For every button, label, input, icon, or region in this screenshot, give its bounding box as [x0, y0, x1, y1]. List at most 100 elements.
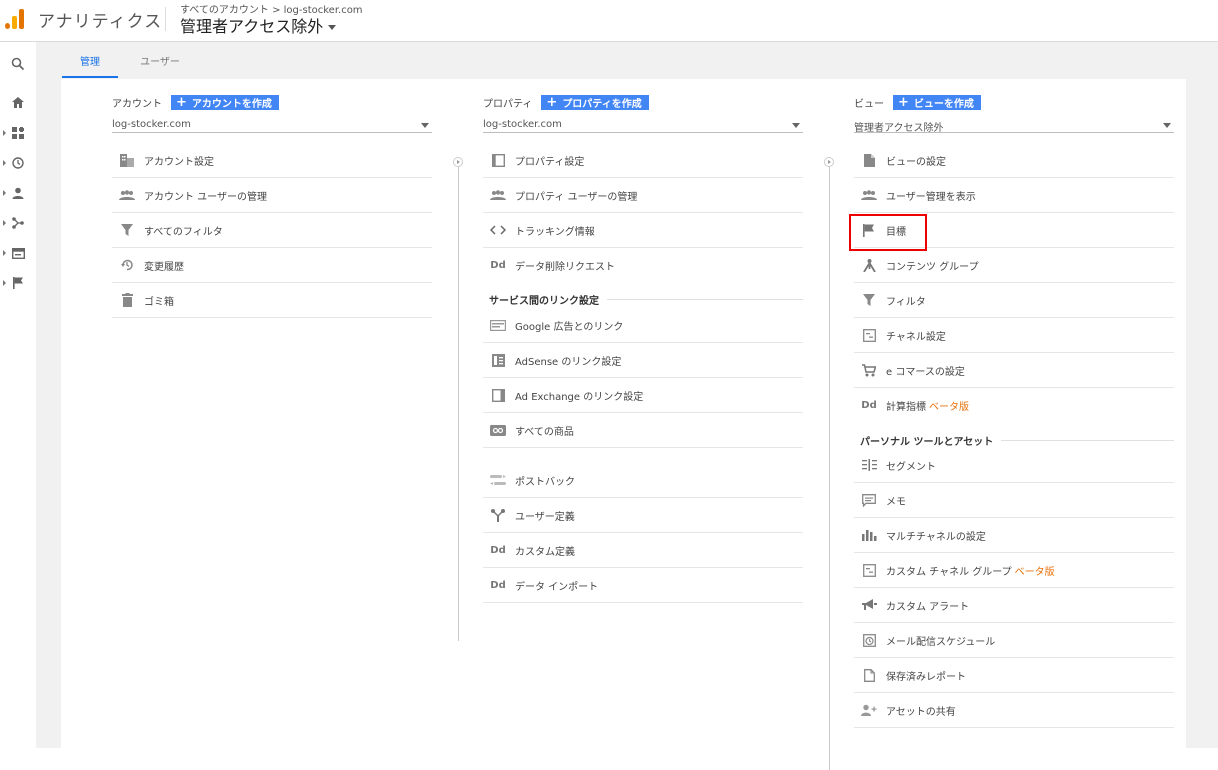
- column-divider: [829, 161, 830, 770]
- multichannel-settings-label: マルチチャネルの設定: [886, 531, 986, 543]
- multichannel-settings-item[interactable]: マルチチャネルの設定: [854, 518, 1174, 553]
- service-links-section: サービス間のリンク設定: [489, 292, 803, 307]
- history-icon: [119, 257, 135, 273]
- create-view-button[interactable]: + ビューを作成: [893, 95, 981, 110]
- create-account-button[interactable]: + アカウントを作成: [171, 95, 279, 110]
- search-icon[interactable]: [6, 52, 30, 76]
- view-selector-dropdown[interactable]: 管理者アクセス除外: [854, 119, 1174, 134]
- person-add-icon: [861, 702, 877, 718]
- trash-item[interactable]: ゴミ箱: [112, 283, 432, 318]
- account-settings-label: アカウント設定: [144, 156, 214, 168]
- ecommerce-settings-item[interactable]: e コマースの設定: [854, 353, 1174, 388]
- custom-channel-grouping-item[interactable]: カスタム チャネル グループ ベータ版: [854, 553, 1174, 588]
- custom-alerts-item[interactable]: カスタム アラート: [854, 588, 1174, 623]
- home-icon[interactable]: [6, 90, 30, 114]
- change-history-item[interactable]: 変更履歴: [112, 248, 432, 283]
- document-icon: [861, 667, 877, 683]
- all-products-item[interactable]: すべての商品: [483, 413, 803, 448]
- adsense-link-label: AdSense のリンク設定: [515, 356, 622, 368]
- google-ads-link-item[interactable]: Google 広告とのリンク: [483, 308, 803, 343]
- property-settings-item[interactable]: プロパティ設定: [483, 143, 803, 178]
- admin-panel: アカウント + アカウントを作成 log-stocker.com アカウント設定 …: [61, 79, 1186, 770]
- view-users-label: ユーザー管理を表示: [886, 191, 976, 203]
- chevron-down-icon: [1163, 123, 1171, 128]
- custom-alerts-label: カスタム アラート: [886, 601, 970, 613]
- chevron-down-icon: [792, 123, 800, 128]
- data-import-item[interactable]: Dd データ インポート: [483, 568, 803, 603]
- segments-label: セグメント: [886, 461, 936, 473]
- data-deletion-item[interactable]: Dd データ削除リクエスト: [483, 248, 803, 283]
- person-icon[interactable]: [6, 181, 30, 205]
- annotations-label: メモ: [886, 496, 906, 508]
- view-settings-item[interactable]: ビューの設定: [854, 143, 1174, 178]
- content-grouping-item[interactable]: コンテンツ グループ: [854, 248, 1174, 283]
- share-assets-label: アセットの共有: [886, 706, 956, 718]
- channel-settings-item[interactable]: チャネル設定: [854, 318, 1174, 353]
- segments-item[interactable]: セグメント: [854, 448, 1174, 483]
- view-settings-label: ビューの設定: [886, 156, 946, 168]
- create-account-label: アカウントを作成: [191, 99, 272, 110]
- user-defined-item[interactable]: ユーザー定義: [483, 498, 803, 533]
- custom-definitions-item[interactable]: Dd カスタム定義: [483, 533, 803, 568]
- behavior-icon[interactable]: [6, 241, 30, 265]
- arrow-right-icon: [824, 157, 834, 167]
- scheduled-emails-item[interactable]: メール配信スケジュール: [854, 623, 1174, 658]
- clock-icon[interactable]: [6, 151, 30, 175]
- view-selector[interactable]: 管理者アクセス除外: [180, 13, 337, 37]
- header-divider: [165, 7, 166, 31]
- custom-definitions-label: カスタム定義: [515, 546, 575, 558]
- property-selector[interactable]: log-stocker.com: [483, 119, 803, 133]
- personal-tools-section: パーソナル ツールとアセット: [860, 433, 1174, 448]
- dd-icon: Dd: [490, 544, 506, 556]
- property-users-item[interactable]: プロパティ ユーザーの管理: [483, 178, 803, 213]
- chevron-down-icon: [421, 123, 429, 128]
- share-assets-item[interactable]: アセットの共有: [854, 693, 1174, 728]
- dd-icon: Dd: [490, 579, 506, 591]
- service-links-title: サービス間のリンク設定: [489, 296, 599, 307]
- channel-icon: [861, 562, 877, 578]
- plus-icon: +: [176, 94, 187, 110]
- view-filters-item[interactable]: フィルタ: [854, 283, 1174, 318]
- annotations-item[interactable]: メモ: [854, 483, 1174, 518]
- property-icon: [490, 152, 506, 168]
- view-header: ビュー + ビューを作成: [854, 95, 981, 110]
- channel-settings-label: チャネル設定: [886, 331, 946, 343]
- data-import-label: データ インポート: [515, 581, 599, 593]
- main-area: 管理 ユーザー アカウント + アカウントを作成 log-stocker.com …: [36, 42, 1218, 770]
- saved-reports-item[interactable]: 保存済みレポート: [854, 658, 1174, 693]
- users-icon: [119, 187, 135, 203]
- ad-exchange-link-item[interactable]: Ad Exchange のリンク設定: [483, 378, 803, 413]
- create-property-button[interactable]: + プロパティを作成: [541, 95, 649, 110]
- tab-admin[interactable]: 管理: [62, 42, 118, 78]
- calculated-metrics-item[interactable]: Dd 計算指標 ベータ版: [854, 388, 1174, 423]
- tracking-info-item[interactable]: トラッキング情報: [483, 213, 803, 248]
- ad-exchange-link-label: Ad Exchange のリンク設定: [515, 391, 644, 403]
- postback-item[interactable]: ポストバック: [483, 463, 803, 498]
- all-filters-item[interactable]: すべてのフィルタ: [112, 213, 432, 248]
- trash-icon: [119, 292, 135, 308]
- top-bar: アナリティクス すべてのアカウント > log-stocker.com 管理者ア…: [0, 0, 1218, 42]
- segment-icon: [861, 457, 877, 473]
- tab-user[interactable]: ユーザー: [132, 42, 188, 78]
- account-users-item[interactable]: アカウント ユーザーの管理: [112, 178, 432, 213]
- account-settings-item[interactable]: アカウント設定: [112, 143, 432, 178]
- google-ads-icon: [490, 317, 506, 333]
- left-nav: [0, 42, 36, 748]
- property-header: プロパティ + プロパティを作成: [483, 95, 649, 110]
- google-ads-link-label: Google 広告とのリンク: [515, 321, 624, 333]
- adsense-link-item[interactable]: AdSense のリンク設定: [483, 343, 803, 378]
- flag-icon[interactable]: [6, 271, 30, 295]
- view-users-item[interactable]: ユーザー管理を表示: [854, 178, 1174, 213]
- account-selector[interactable]: log-stocker.com: [112, 119, 432, 133]
- analytics-logo-icon[interactable]: [5, 9, 25, 29]
- all-filters-label: すべてのフィルタ: [144, 226, 223, 238]
- megaphone-icon: [861, 597, 877, 613]
- acquisition-icon[interactable]: [6, 211, 30, 235]
- building-icon: [119, 152, 135, 168]
- users-icon: [861, 187, 877, 203]
- saved-reports-label: 保存済みレポート: [886, 671, 966, 683]
- customization-icon[interactable]: [6, 121, 30, 145]
- create-view-label: ビューを作成: [913, 99, 974, 110]
- ecommerce-settings-label: e コマースの設定: [886, 366, 965, 378]
- property-settings-label: プロパティ設定: [515, 156, 585, 168]
